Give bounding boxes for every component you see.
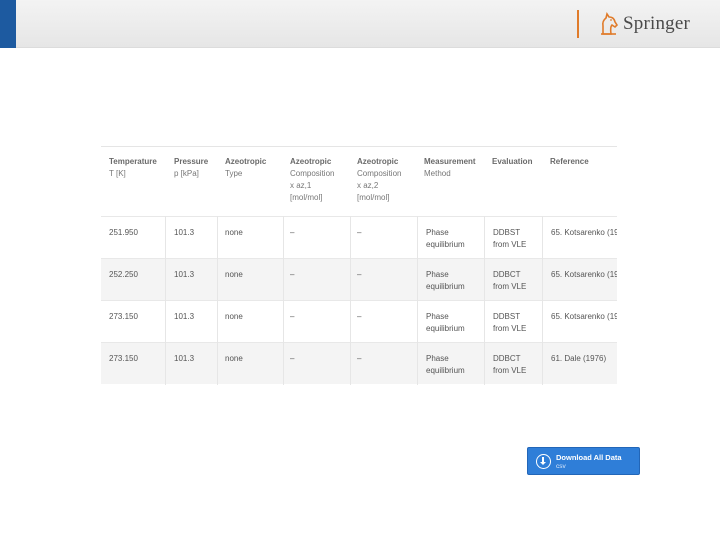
cell-composition-2: – <box>357 354 362 363</box>
column-divider <box>165 216 166 385</box>
cell-composition-1: – <box>290 354 295 363</box>
springer-logo[interactable]: Springer <box>598 10 690 38</box>
cell-reference[interactable]: 61. Dale (1976) <box>551 353 606 365</box>
column-divider <box>217 216 218 385</box>
cell-evaluation-line1: DDBST <box>493 228 521 237</box>
download-icon <box>536 454 551 469</box>
cell-composition-1: – <box>290 228 295 237</box>
column-divider <box>542 216 543 385</box>
cell-evaluation-line1: DDBCT <box>493 354 521 363</box>
cell-reference[interactable]: 65. Kotsarenko (19 <box>551 269 617 281</box>
cell-method-line1: Phase <box>426 270 449 279</box>
cell-composition-2: – <box>357 228 362 237</box>
cell-method-line1: Phase <box>426 354 449 363</box>
cell-evaluation-line2: from VLE <box>493 282 527 291</box>
column-divider <box>484 216 485 385</box>
cell-composition-1: – <box>290 312 295 321</box>
cell-pressure: 101.3 <box>174 354 195 363</box>
cell-pressure: 101.3 <box>174 270 195 279</box>
header-composition-2: Azeotropic Composition x az,2 [mol/mol] <box>357 157 402 202</box>
cell-method-line1: Phase <box>426 312 449 321</box>
column-divider <box>350 216 351 385</box>
table-row: 252.250 101.3 none – – Phase equilibrium… <box>101 258 617 300</box>
header-reference: Reference <box>550 157 589 166</box>
table-row: 251.950 101.3 none – – Phase equilibrium… <box>101 216 617 258</box>
cell-temperature: 252.250 <box>109 270 138 279</box>
header-measurement-method: Measurement Method <box>424 157 476 178</box>
cell-composition-2: – <box>357 312 362 321</box>
cell-evaluation-line1: DDBCT <box>493 270 521 279</box>
cell-method-line2: equilibrium <box>426 366 465 375</box>
cell-composition-2: – <box>357 270 362 279</box>
cell-reference[interactable]: 65. Kotsarenko (19 <box>551 227 617 239</box>
header-composition-1: Azeotropic Composition x az,1 [mol/mol] <box>290 157 335 202</box>
cell-type: none <box>225 270 243 279</box>
brand-name: Springer <box>623 13 691 34</box>
download-label: Download All Data <box>556 453 622 462</box>
cell-reference[interactable]: 65. Kotsarenko (19 <box>551 311 617 323</box>
header-azeotropic-type: Azeotropic Type <box>225 157 267 178</box>
cell-temperature: 273.150 <box>109 354 138 363</box>
table-header: Temperature T [K] Pressure p [kPa] Azeot… <box>101 146 617 216</box>
table-row: 273.150 101.3 none – – Phase equilibrium… <box>101 342 617 384</box>
horse-icon <box>601 12 619 35</box>
cell-method-line2: equilibrium <box>426 282 465 291</box>
cell-method-line2: equilibrium <box>426 240 465 249</box>
header-temperature: Temperature T [K] <box>109 157 157 178</box>
cell-type: none <box>225 354 243 363</box>
cell-evaluation-line2: from VLE <box>493 240 527 249</box>
cell-type: none <box>225 312 243 321</box>
table-row: 273.150 101.3 none – – Phase equilibrium… <box>101 300 617 342</box>
cell-evaluation-line2: from VLE <box>493 324 527 333</box>
cell-temperature: 251.950 <box>109 228 138 237</box>
cell-pressure: 101.3 <box>174 312 195 321</box>
azeotropic-data-table: Temperature T [K] Pressure p [kPa] Azeot… <box>101 146 617 385</box>
header-pressure: Pressure p [kPa] <box>174 157 209 178</box>
cell-evaluation-line1: DDBST <box>493 312 521 321</box>
cell-method-line2: equilibrium <box>426 324 465 333</box>
cell-pressure: 101.3 <box>174 228 195 237</box>
top-header-bar: Springer <box>0 0 720 48</box>
header-accent-strip <box>0 0 16 48</box>
cell-type: none <box>225 228 243 237</box>
download-all-data-button[interactable]: Download All Data csv <box>527 447 640 475</box>
header-evaluation: Evaluation <box>492 157 533 166</box>
cell-composition-1: – <box>290 270 295 279</box>
header-separator <box>577 10 579 38</box>
cell-method-line1: Phase <box>426 228 449 237</box>
download-format: csv <box>556 463 566 470</box>
cell-temperature: 273.150 <box>109 312 138 321</box>
column-divider <box>283 216 284 385</box>
column-divider <box>417 216 418 385</box>
cell-evaluation-line2: from VLE <box>493 366 527 375</box>
